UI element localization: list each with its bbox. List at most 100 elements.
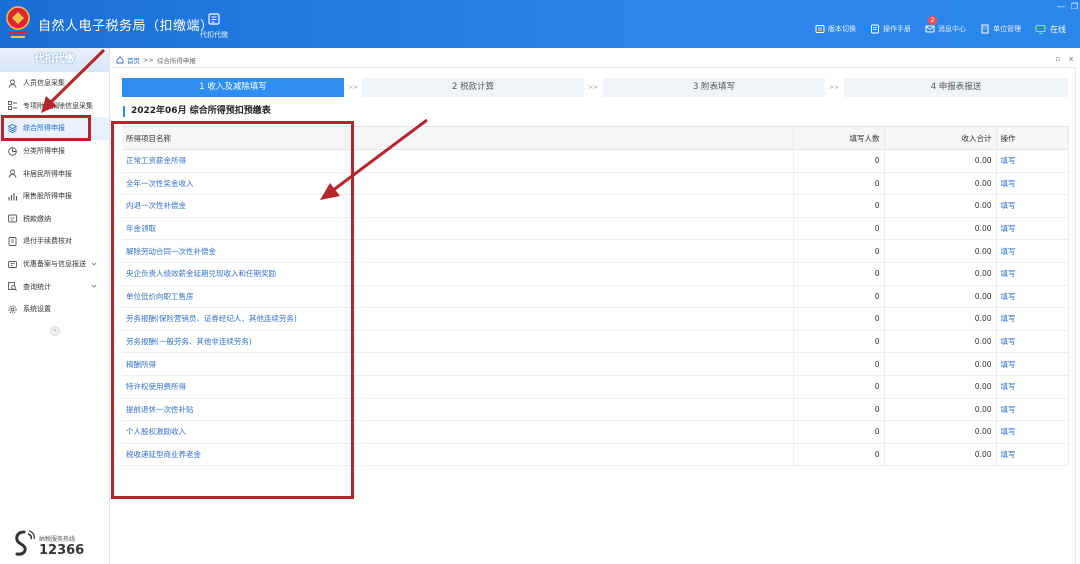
sidebar-item-special-deduction[interactable]: 专项附加扣除信息采集 bbox=[0, 95, 109, 118]
version-switch-label: 版本切换 bbox=[828, 25, 856, 33]
fill-link[interactable]: 填写 bbox=[996, 262, 1069, 286]
user-outline-icon bbox=[8, 169, 17, 178]
sidebar-item-tax-payment[interactable]: 税款缴纳 bbox=[0, 208, 109, 231]
settings-icon bbox=[8, 305, 17, 314]
sidebar-item-label: 税款缴纳 bbox=[23, 214, 51, 223]
online-status: 在线 bbox=[1035, 24, 1066, 35]
app-title: 自然人电子税务局（扣缴端） bbox=[38, 19, 214, 34]
minimize-icon[interactable]: — bbox=[1057, 2, 1065, 11]
income-total: 0.00 bbox=[884, 149, 997, 173]
refund-icon bbox=[8, 237, 17, 246]
filled-count: 0 bbox=[793, 420, 885, 444]
annotation-box-table bbox=[111, 121, 354, 499]
step-income-deduction[interactable]: 1 收入及减除填写 bbox=[122, 78, 344, 97]
restore-icon[interactable]: ❐ bbox=[1071, 2, 1078, 11]
income-total: 0.00 bbox=[884, 172, 997, 196]
message-icon bbox=[925, 25, 935, 33]
sidebar-item-non-resident[interactable]: 非居民所得申报 bbox=[0, 162, 109, 185]
step-attachment-fill[interactable]: 3 附表填写 bbox=[603, 78, 825, 97]
withholding-tool-button[interactable]: 代扣代缴 bbox=[196, 12, 232, 40]
income-total: 0.00 bbox=[884, 239, 997, 263]
fill-link[interactable]: 填写 bbox=[996, 194, 1069, 218]
filled-count: 0 bbox=[793, 285, 885, 309]
message-center-label: 消息中心 bbox=[938, 25, 966, 33]
fill-link[interactable]: 填写 bbox=[996, 172, 1069, 196]
manual-label: 操作手册 bbox=[883, 25, 911, 33]
service-hotline: 纳税服务热线 12366 bbox=[12, 528, 102, 560]
home-icon[interactable] bbox=[116, 56, 124, 64]
fill-link[interactable]: 填写 bbox=[996, 398, 1069, 422]
breadcrumb-separator: >> bbox=[143, 56, 154, 64]
tab-controls: ▫ × bbox=[1055, 55, 1074, 63]
income-total: 0.00 bbox=[884, 398, 997, 422]
hotline-number: 12366 bbox=[39, 543, 85, 558]
fill-link[interactable]: 填写 bbox=[996, 330, 1069, 354]
step-separator: >> bbox=[828, 84, 840, 91]
fill-link[interactable]: 填写 bbox=[996, 239, 1069, 263]
content-border bbox=[1075, 68, 1076, 564]
sidebar-header: 代扣代缴 bbox=[0, 48, 109, 72]
window-controls: — ❐ bbox=[1057, 2, 1078, 11]
header-operation: 操作 bbox=[996, 126, 1069, 150]
hotline-logo-icon bbox=[15, 530, 35, 556]
version-switch-button[interactable]: 版本切换 bbox=[815, 24, 856, 34]
message-center-button[interactable]: 2 消息中心 bbox=[925, 16, 966, 34]
org-management-label: 单位管理 bbox=[993, 25, 1021, 33]
income-total: 0.00 bbox=[884, 307, 997, 331]
filled-count: 0 bbox=[793, 194, 885, 218]
step-separator: >> bbox=[347, 84, 359, 91]
fill-link[interactable]: 填写 bbox=[996, 285, 1069, 309]
chevron-down-icon[interactable] bbox=[91, 283, 97, 289]
sidebar-item-label: 查询统计 bbox=[23, 282, 51, 291]
income-total: 0.00 bbox=[884, 375, 997, 399]
sidebar-item-system-settings[interactable]: 系统设置 bbox=[0, 298, 109, 321]
online-status-label: 在线 bbox=[1050, 24, 1066, 34]
top-right-toolbar: 版本切换 操作手册 2 消息中心 单位管理 在线 bbox=[815, 16, 1080, 36]
filled-count: 0 bbox=[793, 172, 885, 196]
bar-chart-icon bbox=[8, 192, 17, 201]
discount-icon bbox=[8, 260, 17, 268]
sidebar-item-classified-income[interactable]: 分类所得申报 bbox=[0, 140, 109, 163]
step-report-submit[interactable]: 4 申报表报送 bbox=[844, 78, 1068, 97]
step-tax-calculation[interactable]: 2 税款计算 bbox=[362, 78, 584, 97]
query-icon bbox=[8, 282, 17, 291]
hotline-label: 纳税服务热线 bbox=[39, 536, 76, 543]
income-total: 0.00 bbox=[884, 194, 997, 218]
filled-count: 0 bbox=[793, 307, 885, 331]
income-total: 0.00 bbox=[884, 262, 997, 286]
income-total: 0.00 bbox=[884, 217, 997, 241]
sidebar-item-query-stats[interactable]: 查询统计 bbox=[0, 275, 109, 298]
income-total: 0.00 bbox=[884, 330, 997, 354]
withholding-tool-label: 代扣代缴 bbox=[200, 31, 228, 39]
fill-link[interactable]: 填写 bbox=[996, 375, 1069, 399]
org-management-button[interactable]: 单位管理 bbox=[980, 24, 1021, 34]
restore-tab-icon[interactable]: ▫ bbox=[1055, 55, 1060, 63]
header-income-total: 收入合计 bbox=[884, 126, 997, 150]
filled-count: 0 bbox=[793, 217, 885, 241]
sidebar-item-label: 分类所得申报 bbox=[23, 147, 65, 156]
fill-link[interactable]: 填写 bbox=[996, 307, 1069, 331]
filled-count: 0 bbox=[793, 443, 885, 467]
manual-button[interactable]: 操作手册 bbox=[870, 24, 911, 34]
message-badge: 2 bbox=[928, 16, 937, 25]
step-wizard: 1 收入及减除填写 >> 2 税款计算 >> 3 附表填写 >> 4 申报表报送 bbox=[122, 78, 1068, 97]
fill-link[interactable]: 填写 bbox=[996, 217, 1069, 241]
sidebar-item-restricted-shares[interactable]: 限售股所得申报 bbox=[0, 185, 109, 208]
fill-link[interactable]: 填写 bbox=[996, 420, 1069, 444]
filled-count: 0 bbox=[793, 262, 885, 286]
filled-count: 0 bbox=[793, 375, 885, 399]
fill-link[interactable]: 填写 bbox=[996, 352, 1069, 376]
sidebar-item-refund-fee[interactable]: 退付手续费核对 bbox=[0, 230, 109, 253]
sidebar-collapse-button[interactable]: « bbox=[50, 326, 60, 336]
sidebar-item-preferential-filing[interactable]: 优惠备案与信息报送 bbox=[0, 253, 109, 276]
fill-link[interactable]: 填写 bbox=[996, 149, 1069, 173]
tax-emblem-icon bbox=[6, 6, 30, 38]
sidebar-item-personnel-info[interactable]: 人员信息采集 bbox=[0, 72, 109, 95]
fill-link[interactable]: 填写 bbox=[996, 443, 1069, 467]
filled-count: 0 bbox=[793, 352, 885, 376]
breadcrumb-home-link[interactable]: 首页 bbox=[127, 55, 140, 65]
close-tab-icon[interactable]: × bbox=[1068, 55, 1074, 63]
report-title: 2022年06月 综合所得预扣预缴表 bbox=[123, 106, 271, 117]
title-bar: 自然人电子税务局（扣缴端） 代扣代缴 版本切换 操作手册 2 消息中心 单位管理… bbox=[0, 0, 1080, 48]
chevron-down-icon[interactable] bbox=[91, 261, 97, 267]
